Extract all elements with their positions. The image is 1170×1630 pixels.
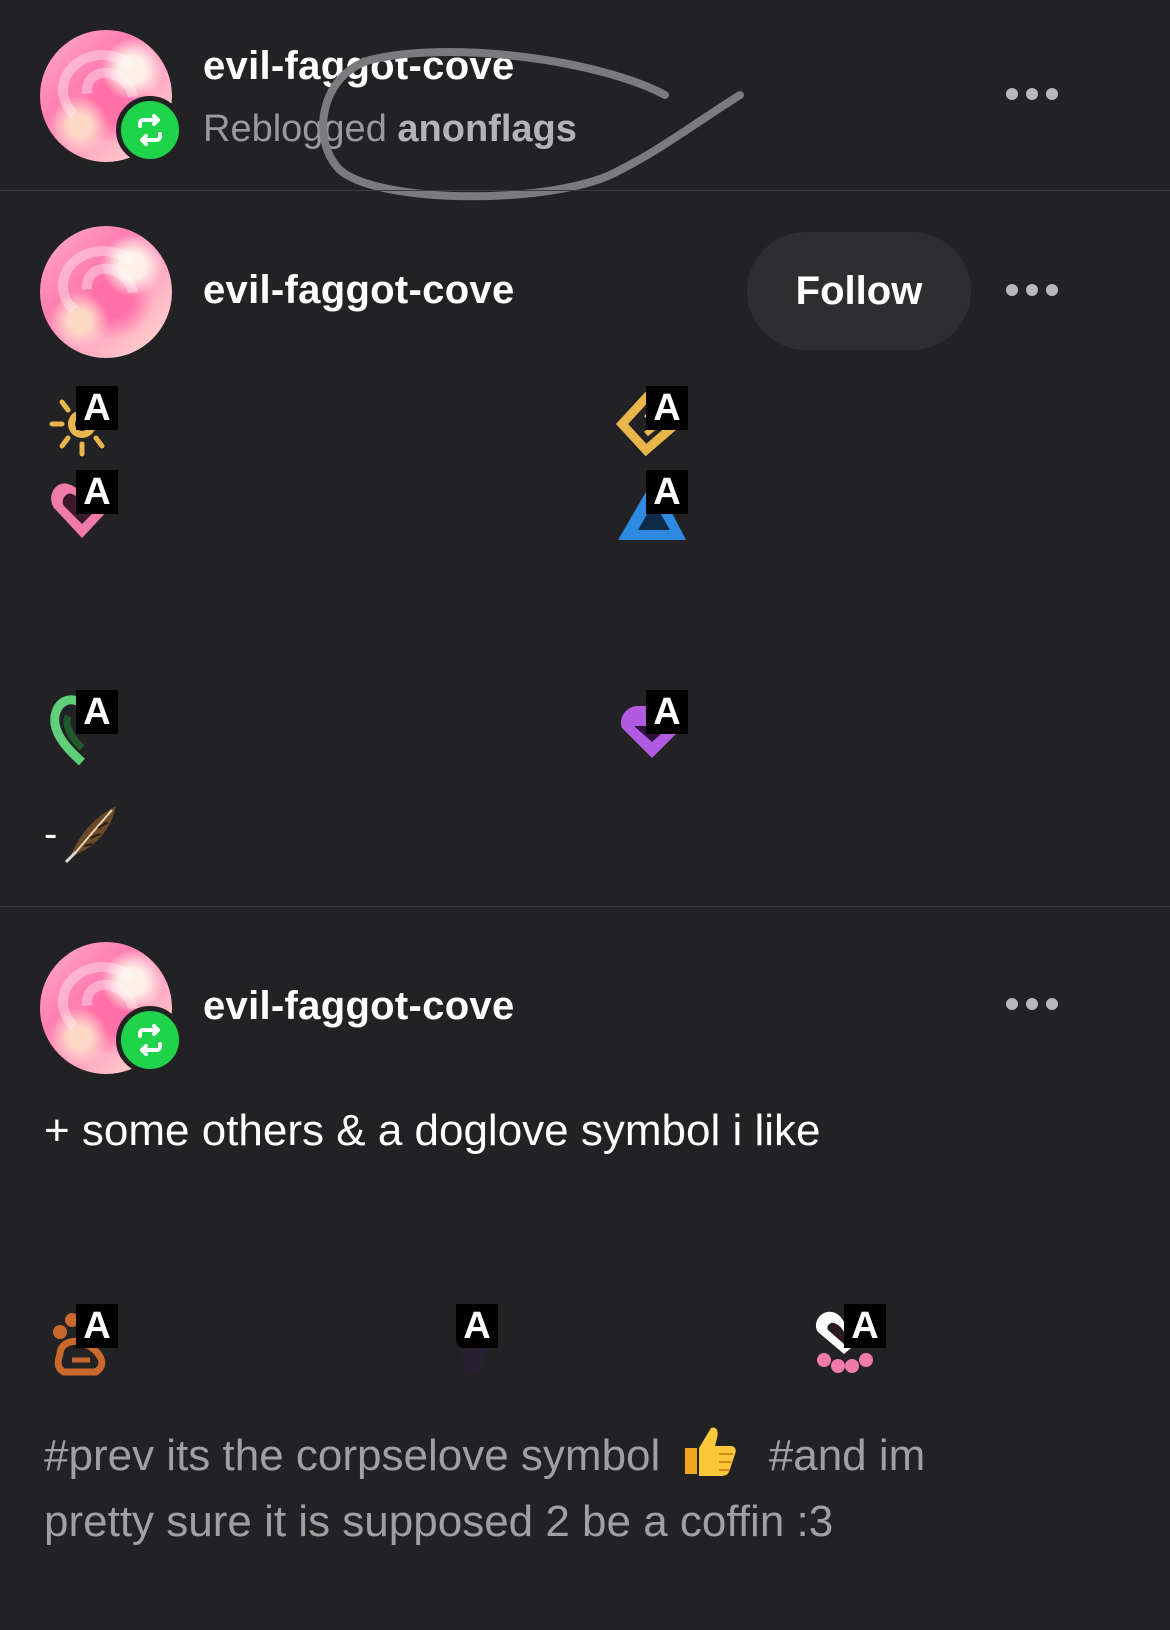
tag-prev[interactable]: #prev its the corpselove symbol bbox=[44, 1431, 660, 1480]
sun-symbol-icon: A bbox=[46, 384, 120, 464]
symbol-badge: A bbox=[76, 1304, 118, 1348]
symbol-badge: A bbox=[646, 386, 688, 430]
symbol-badge: A bbox=[456, 1304, 498, 1348]
follow-button[interactable]: Follow bbox=[747, 232, 971, 350]
post-username[interactable]: evil-faggot-cove bbox=[203, 984, 515, 1029]
thumbs-up-emoji-icon bbox=[679, 1424, 737, 1493]
heart-symbol-icon: A bbox=[46, 468, 120, 548]
symbol-badge: A bbox=[76, 386, 118, 430]
dash-text: - bbox=[44, 812, 58, 856]
coffin-symbol-icon: A bbox=[438, 1302, 512, 1382]
reblog-prefix: Reblogged bbox=[203, 108, 387, 150]
divider bbox=[0, 906, 1170, 907]
post-text: + some others & a doglove symbol i like bbox=[44, 1106, 821, 1155]
symbol-badge: A bbox=[844, 1304, 886, 1348]
feather-emoji-icon bbox=[62, 800, 122, 869]
symbol-badge: A bbox=[76, 690, 118, 734]
avatar[interactable] bbox=[40, 226, 172, 358]
tags-line-1: #prev its the corpselove symbol #and im bbox=[44, 1424, 1124, 1493]
reblog-icon bbox=[116, 1006, 184, 1074]
divider bbox=[0, 190, 1170, 191]
reblog-icon bbox=[116, 96, 184, 164]
post-username[interactable]: evil-faggot-cove bbox=[203, 44, 515, 89]
purple-heart-symbol-icon: A bbox=[616, 688, 690, 768]
paw-symbol-icon: A bbox=[46, 1302, 120, 1382]
more-options-icon[interactable] bbox=[1006, 998, 1058, 1010]
symbol-badge: A bbox=[646, 690, 688, 734]
triangle-symbol-icon: A bbox=[616, 468, 690, 548]
reblog-info: Reblogged anonflags bbox=[203, 108, 577, 151]
more-options-icon[interactable] bbox=[1006, 284, 1058, 296]
tags-line-2: pretty sure it is supposed 2 be a coffin… bbox=[44, 1497, 834, 1546]
post-username[interactable]: evil-faggot-cove bbox=[203, 268, 515, 313]
more-options-icon[interactable] bbox=[1006, 88, 1058, 100]
tag-and-im[interactable]: #and im bbox=[769, 1431, 926, 1480]
green-heart-symbol-icon: A bbox=[46, 688, 120, 768]
reblog-source[interactable]: anonflags bbox=[397, 108, 576, 150]
symbol-badge: A bbox=[76, 470, 118, 514]
symbol-badge: A bbox=[646, 470, 688, 514]
pink-paw-heart-symbol-icon: A bbox=[808, 1302, 886, 1382]
post-tags: #prev its the corpselove symbol #and im … bbox=[44, 1424, 1124, 1551]
diamond-symbol-icon: A bbox=[615, 384, 690, 464]
